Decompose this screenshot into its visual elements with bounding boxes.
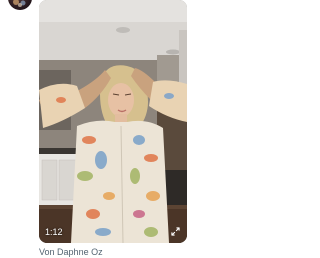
avatar-pattern — [13, 0, 26, 7]
post-byline: Von Daphne Oz — [39, 247, 103, 258]
video-player[interactable]: 1:12 — [39, 0, 187, 243]
video-frame — [39, 0, 187, 243]
avatar[interactable] — [8, 0, 32, 10]
video-timestamp: 1:12 — [45, 227, 63, 237]
expand-arrows-icon[interactable] — [171, 227, 180, 236]
